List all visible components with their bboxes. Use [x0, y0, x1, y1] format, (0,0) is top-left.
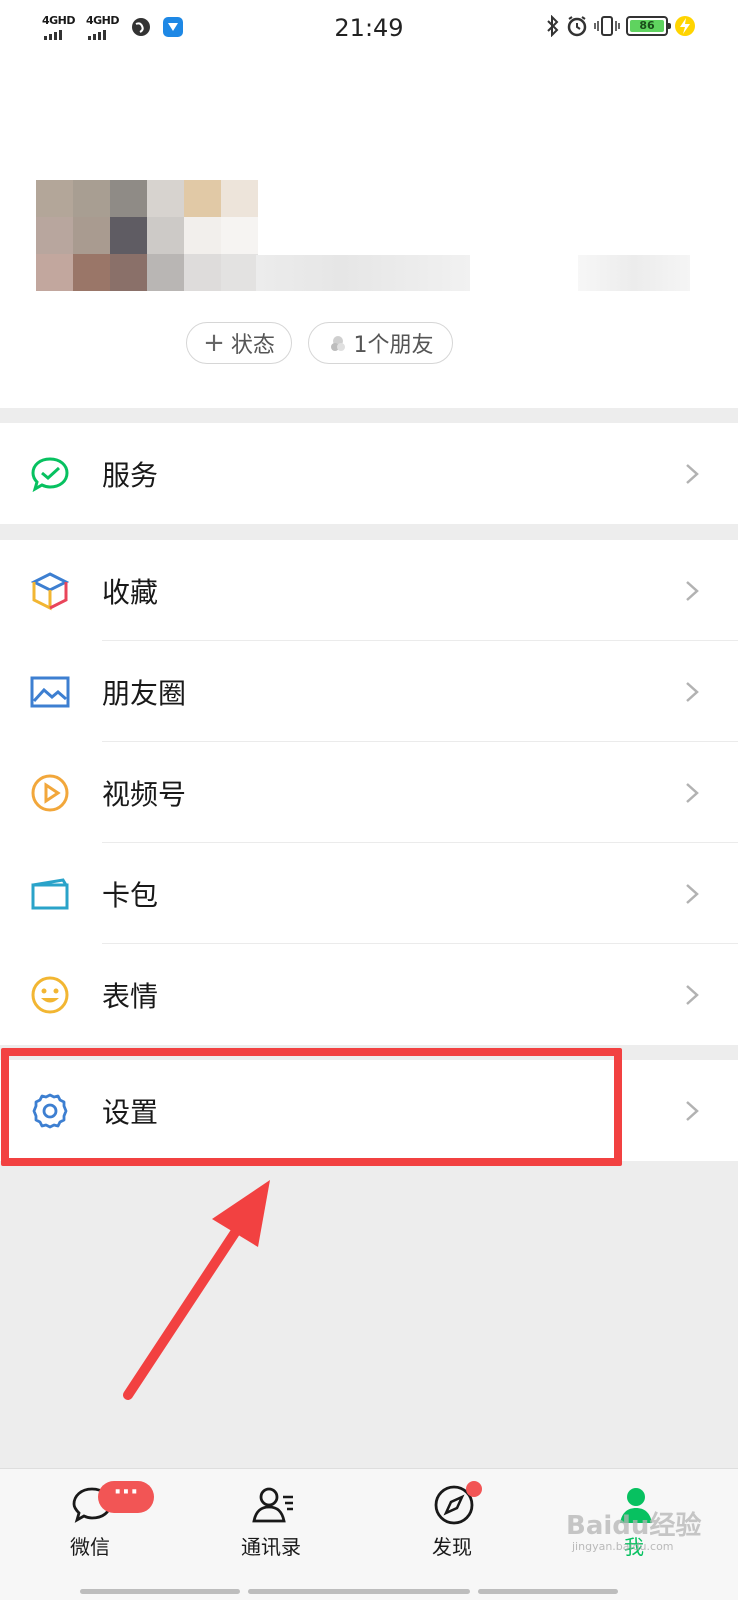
menu-item-label: 朋友圈: [102, 676, 187, 710]
tab-label: 发现: [432, 1535, 472, 1559]
add-status-button[interactable]: + 状态: [186, 322, 292, 364]
services-section: 服务: [0, 423, 738, 524]
alarm-icon: [567, 16, 587, 37]
chevron-right-icon: [686, 682, 699, 702]
tab-label: 通讯录: [241, 1535, 301, 1559]
services-icon: [30, 455, 70, 493]
status-right: 86: [546, 15, 696, 37]
home-indicator: [478, 1589, 618, 1594]
menu-item-label: 卡包: [102, 878, 159, 912]
moments-picture-icon: [30, 673, 70, 711]
tab-discover[interactable]: 发现: [392, 1469, 512, 1579]
menu-item-label: 表情: [102, 979, 159, 1013]
status-bar: 4GHD 4GHD 21:49 86: [0, 0, 738, 60]
status-chip-label: 状态: [230, 333, 275, 358]
bluetooth-icon: [547, 15, 559, 37]
annotation-arrow: [123, 1180, 270, 1400]
friends-avatar-icon: [330, 336, 345, 351]
chevron-right-icon: [686, 884, 699, 904]
menu-item-label: 收藏: [102, 575, 159, 609]
chevron-right-icon: [686, 783, 699, 803]
features-section: 收藏 朋友圈 视频号 卡包 表情: [0, 540, 738, 1045]
profile-header[interactable]: + 状态 1个朋友: [0, 60, 738, 408]
charging-icon: [675, 16, 695, 36]
nickname-blurred: [256, 255, 470, 291]
menu-item-moments[interactable]: 朋友圈: [0, 641, 738, 742]
home-indicator: [80, 1589, 240, 1594]
menu-item-channels[interactable]: 视频号: [0, 742, 738, 843]
unread-badge: ···: [98, 1481, 154, 1513]
favorites-cube-icon: [30, 572, 70, 611]
menu-item-label: 服务: [102, 458, 159, 492]
menu-item-services[interactable]: 服务: [0, 423, 738, 524]
friends-status-chip[interactable]: 1个朋友: [308, 322, 453, 364]
chevron-right-icon: [686, 581, 699, 601]
baidu-watermark: Baidu经验: [566, 1511, 702, 1541]
menu-item-label: 视频号: [102, 777, 187, 811]
tab-contacts[interactable]: 通讯录: [211, 1469, 331, 1579]
tab-label: 微信: [70, 1535, 110, 1559]
new-discover-dot: [466, 1481, 482, 1497]
tab-chats[interactable]: ··· 微信: [30, 1469, 154, 1579]
chevron-right-icon: [686, 464, 699, 484]
home-indicator: [248, 1589, 470, 1594]
vibrate-icon: [594, 16, 620, 36]
menu-item-stickers[interactable]: 表情: [0, 944, 738, 1045]
chevron-right-icon: [686, 1101, 699, 1121]
friends-chip-label: 1个朋友: [353, 333, 434, 358]
baidu-watermark-url: jingyan.baidu.com: [572, 1540, 674, 1553]
channels-play-icon: [30, 774, 70, 812]
settings-highlight-box: [1, 1048, 622, 1166]
wallet-card-icon: [30, 875, 70, 913]
plus-icon: +: [203, 328, 225, 358]
contacts-icon: [252, 1487, 293, 1523]
menu-item-cards[interactable]: 卡包: [0, 843, 738, 944]
battery-level: 86: [630, 20, 664, 32]
wechat-id-blurred: [578, 255, 690, 291]
smiley-face-icon: [30, 976, 70, 1014]
battery-indicator: 86: [626, 16, 671, 36]
menu-item-favorites[interactable]: 收藏: [0, 540, 738, 641]
chevron-right-icon: [686, 985, 699, 1005]
